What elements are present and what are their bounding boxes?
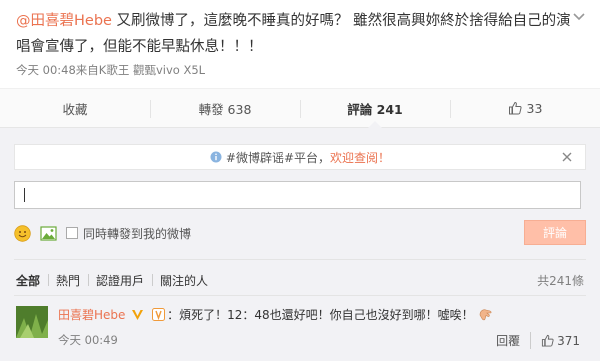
- forward-label: 轉發 638: [198, 101, 252, 117]
- verified-badge-icon: [132, 310, 144, 320]
- notice-welcome-link[interactable]: 欢迎查阅！: [330, 149, 390, 166]
- comment-username[interactable]: 田喜碧Hebe: [58, 308, 125, 322]
- mention-link[interactable]: @田喜碧Hebe: [16, 13, 112, 29]
- post-meta: 今天 00:48来自K歌王 觀甄vivo X5L: [16, 63, 206, 77]
- emoji-icon[interactable]: [14, 224, 31, 242]
- thumbs-up-icon: [542, 334, 554, 347]
- weibo-post: @田喜碧Hebe 又刷微博了，這麼晚不睡真的好嗎？ 雖然很高興妳終於捨得給自己的…: [0, 0, 600, 88]
- comment-item: 田喜碧Hebe ：煩死了！12：48也還好吧！你自己也沒好到哪！噓唉！ 今天 0…: [14, 295, 586, 355]
- comment-button[interactable]: 評論 241: [300, 89, 450, 128]
- forward-button[interactable]: 轉發 638: [150, 89, 300, 127]
- thumbs-up-icon: [508, 101, 522, 115]
- close-icon[interactable]: [561, 151, 573, 163]
- like-count: 33: [526, 100, 543, 116]
- comment-timestamp: 今天 00:49: [58, 333, 118, 347]
- comment-label: 評論 241: [347, 101, 403, 117]
- comment-content: 田喜碧Hebe ：煩死了！12：48也還好吧！你自己也沒好到哪！噓唉！: [58, 306, 578, 323]
- divider: [14, 259, 586, 260]
- chevron-down-icon[interactable]: [572, 10, 586, 24]
- comment-filter-tabs: 全部 熱門 認證用戶 關注的人 共241條: [14, 269, 586, 291]
- reply-button[interactable]: 回覆: [496, 332, 532, 349]
- notice-hashtag[interactable]: #微博辟谣#平台，: [226, 149, 330, 166]
- filter-verified[interactable]: 認證用戶: [88, 272, 152, 289]
- submit-comment-button[interactable]: 評論: [524, 220, 586, 245]
- image-icon[interactable]: [40, 225, 57, 242]
- comment-actions: 回覆 371: [496, 332, 580, 349]
- avatar-image: [16, 306, 48, 338]
- wave-hand-emoji-icon: [480, 309, 492, 321]
- rumor-notice-banner: #微博辟谣#平台， 欢迎查阅！: [14, 144, 586, 170]
- comment-like-button[interactable]: 371: [541, 334, 580, 348]
- composer-toolbar: 同時轉發到我的微博 評論: [14, 220, 586, 246]
- comment-text: ：煩死了！12：48也還好吧！你自己也沒好到哪！噓唉！: [167, 308, 474, 322]
- comment-input[interactable]: [14, 181, 581, 209]
- comment-section: #微博辟谣#平台， 欢迎查阅！ 同時轉發到我的微博 評論 全部 熱門 認證用戶 關…: [0, 128, 600, 361]
- like-button[interactable]: 33: [450, 89, 600, 127]
- text-cursor: [24, 188, 25, 202]
- forward-checkbox-label[interactable]: 同時轉發到我的微博: [83, 225, 191, 242]
- filter-hot[interactable]: 熱門: [48, 272, 88, 289]
- avatar[interactable]: [16, 306, 48, 338]
- filter-following[interactable]: 關注的人: [152, 272, 216, 289]
- collect-button[interactable]: 收藏: [0, 89, 150, 127]
- vip-badge-icon: [152, 308, 166, 321]
- forward-checkbox[interactable]: [66, 227, 78, 239]
- post-action-bar: 收藏 轉發 638 評論 241 33: [0, 88, 600, 128]
- comment-total-count: 共241條: [537, 273, 584, 288]
- filter-all[interactable]: 全部: [14, 272, 48, 289]
- comment-like-count: 371: [557, 333, 580, 348]
- post-text: @田喜碧Hebe 又刷微博了，這麼晚不睡真的好嗎？ 雖然很高興妳終於捨得給自己的…: [16, 8, 571, 60]
- info-icon: [210, 151, 222, 163]
- collect-label: 收藏: [62, 101, 88, 117]
